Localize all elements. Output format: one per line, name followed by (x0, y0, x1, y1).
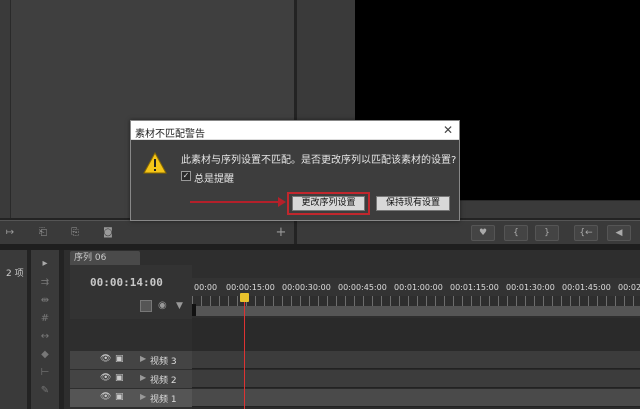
dialog-body: 此素材与序列设置不匹配。是否更改序列以匹配该素材的设置? ✓ 总是提醒 更改序列… (131, 140, 459, 220)
source-control-2-icon[interactable]: ⎗ (34, 225, 52, 241)
change-sequence-settings-button[interactable]: 更改序列设置 (292, 196, 365, 211)
slip-tool-icon[interactable]: ⊢ (38, 367, 52, 379)
film-icon[interactable]: ▣ (115, 392, 124, 402)
expand-arrow-icon[interactable]: ▶ (140, 392, 146, 401)
ruler-ticks (192, 296, 640, 306)
source-controls-bar: ↦ ⎗ ⎘ ◙ + (0, 220, 294, 244)
track-name: 视频 3 (150, 357, 177, 367)
eye-icon[interactable]: 👁 (100, 373, 111, 383)
close-icon[interactable]: ✕ (443, 123, 453, 137)
add-marker-icon[interactable]: ♥ (471, 225, 495, 241)
dialog-title: 素材不匹配警告 (135, 129, 205, 140)
keep-existing-settings-button[interactable]: 保持现有设置 (376, 196, 450, 211)
timeline-timecode[interactable]: 00:00:14:00 (90, 276, 163, 289)
tab-sequence[interactable]: 序列 06 (70, 251, 140, 265)
eye-icon[interactable]: 👁 (100, 392, 111, 402)
always-remind-label: 总是提醒 (194, 174, 234, 185)
ruler-label: 00:02 (618, 283, 640, 292)
marker-icon[interactable]: ◉ (158, 300, 167, 311)
always-remind-checkbox[interactable]: ✓ (181, 171, 191, 181)
warning-icon (143, 152, 167, 174)
track-header: 👁 ▣ ▶ 视频 2 (70, 370, 192, 388)
mark-out-icon[interactable]: } (535, 225, 559, 241)
ruler-label: 00:00 (194, 283, 218, 292)
ruler-label: 00:01:15:00 (450, 283, 499, 292)
ruler-label: 00:00:45:00 (338, 283, 387, 292)
rate-stretch-tool-icon[interactable]: ↔ (38, 331, 52, 343)
playhead-line (244, 296, 245, 409)
track-row[interactable]: 👁 ▣ ▶ 视频 2 (70, 370, 640, 388)
track-name: 视频 1 (150, 395, 177, 405)
mark-in-icon[interactable]: { (504, 225, 528, 241)
eye-icon[interactable]: 👁 (100, 354, 111, 364)
track-header: 👁 ▣ ▶ 视频 3 (70, 351, 192, 369)
annotation-arrow-icon (278, 197, 286, 207)
rolling-edit-tool-icon[interactable]: # (38, 313, 52, 325)
annotation-arrow-line (190, 201, 282, 203)
expand-arrow-icon[interactable]: ▶ (140, 354, 146, 363)
film-icon[interactable]: ▣ (115, 373, 124, 383)
ripple-edit-tool-icon[interactable]: ⇹ (38, 295, 52, 307)
source-control-1-icon[interactable]: ↦ (2, 225, 18, 241)
add-marker-icon-timeline[interactable]: ▼ (176, 301, 183, 311)
mismatch-warning-dialog: 素材不匹配警告 ✕ 此素材与序列设置不匹配。是否更改序列以匹配该素材的设置? ✓… (130, 120, 460, 221)
track-header: 👁 ▣ ▶ 视频 1 (70, 389, 192, 407)
go-to-in-icon[interactable]: {← (574, 225, 598, 241)
dialog-titlebar: 素材不匹配警告 ✕ (131, 121, 459, 140)
step-back-icon[interactable]: ◀ (607, 225, 631, 241)
timeline-header (70, 265, 192, 319)
track-select-tool-icon[interactable]: ⇉ (38, 277, 52, 289)
work-area-bar[interactable] (192, 306, 640, 316)
pen-tool-icon[interactable]: ✎ (38, 385, 52, 397)
track-row[interactable]: 👁 ▣ ▶ 视频 3 (70, 351, 640, 369)
ruler-label: 00:01:30:00 (506, 283, 555, 292)
export-frame-icon[interactable]: ◙ (100, 225, 116, 241)
ruler-label: 00:00:30:00 (282, 283, 331, 292)
snap-icon[interactable] (140, 300, 152, 312)
timeline-ruler[interactable]: 00:00 00:00:15:00 00:00:30:00 00:00:45:0… (192, 278, 640, 296)
track-name: 视频 2 (150, 376, 177, 386)
ruler-label: 00:00:15:00 (226, 283, 275, 292)
film-icon[interactable]: ▣ (115, 354, 124, 364)
project-item-count: 2 项 (6, 269, 24, 279)
playhead-handle[interactable] (240, 293, 249, 302)
razor-tool-icon[interactable]: ◆ (38, 349, 52, 361)
ruler-label: 00:01:45:00 (562, 283, 611, 292)
ruler-label: 00:01:00:00 (394, 283, 443, 292)
track-row[interactable]: 👁 ▣ ▶ 视频 1 (70, 389, 640, 407)
add-button-icon[interactable]: + (274, 225, 288, 241)
work-area-start[interactable] (192, 304, 196, 316)
tools-panel: ▸ ⇉ ⇹ # ↔ ◆ ⊢ ✎ (30, 250, 60, 409)
source-control-3-icon[interactable]: ⎘ (66, 225, 84, 241)
program-controls-bar: ♥ { } {← ◀ (297, 220, 640, 244)
dialog-message: 此素材与序列设置不匹配。是否更改序列以匹配该素材的设置? (181, 155, 457, 166)
selection-tool-icon[interactable]: ▸ (38, 258, 52, 270)
expand-arrow-icon[interactable]: ▶ (140, 373, 146, 382)
premiere-workspace: ↦ ⎗ ⎘ ◙ + ♥ { } {← ◀ 2 项 ▸ ⇉ ⇹ # ↔ ◆ ⊢ ✎… (0, 0, 640, 409)
